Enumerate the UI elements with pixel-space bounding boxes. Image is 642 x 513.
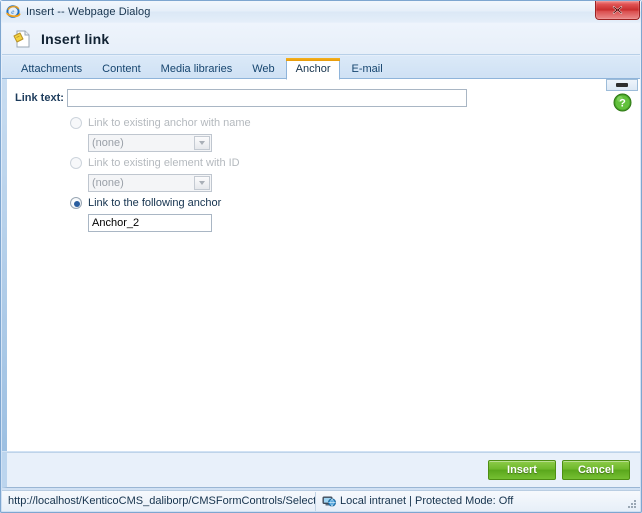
radio-following-anchor[interactable] (70, 197, 82, 209)
status-zone-area: Local intranet | Protected Mode: Off (316, 492, 640, 511)
svg-text:?: ? (619, 98, 626, 110)
dropdown-value: (none) (92, 137, 124, 149)
resize-grip-icon[interactable] (626, 498, 638, 510)
radio-existing-anchor (70, 117, 82, 129)
link-text-row: Link text: (15, 89, 640, 107)
tab-media-libraries[interactable]: Media libraries (152, 59, 242, 79)
tab-email[interactable]: E-mail (342, 59, 391, 79)
dropdown-existing-anchor: (none) (88, 134, 212, 152)
scroll-handle-icon (616, 83, 628, 87)
tab-strip: Attachments Content Media libraries Web … (2, 56, 640, 80)
ie-logo-icon: e (6, 4, 21, 19)
chevron-down-icon (194, 136, 210, 150)
option-following-anchor[interactable]: Link to the following anchor (70, 194, 640, 212)
link-text-input[interactable] (67, 89, 467, 107)
status-bar: http://localhost/KenticoCMS_daliborp/CMS… (2, 490, 640, 511)
page-title: Insert link (41, 30, 110, 47)
option-label: Link to the following anchor (88, 197, 222, 209)
close-button[interactable] (595, 1, 640, 20)
option-label: Link to existing anchor with name (88, 117, 251, 129)
status-zone-label: Local intranet | Protected Mode: Off (340, 495, 514, 507)
tab-label: Anchor (295, 62, 331, 75)
svg-text:e: e (11, 8, 14, 16)
insert-button-label: Insert (507, 464, 537, 476)
dropdown-existing-element-id: (none) (88, 174, 212, 192)
status-url: http://localhost/KenticoCMS_daliborp/CMS… (2, 491, 316, 511)
tab-label: Web (252, 63, 275, 75)
anchor-name-input[interactable] (88, 214, 212, 232)
anchor-options: Link to existing anchor with name (none) (70, 114, 640, 232)
radio-existing-element-id (70, 157, 82, 169)
tab-label: Attachments (21, 63, 83, 75)
insert-link-document-icon (12, 29, 32, 49)
anchor-name-row (70, 214, 640, 232)
tab-label: Media libraries (160, 63, 233, 75)
dialog-footer: Insert Cancel (2, 452, 640, 488)
link-text-label: Link text: (15, 92, 64, 104)
option-existing-element-id[interactable]: Link to existing element with ID (70, 154, 640, 172)
help-question-icon[interactable]: ? (613, 93, 632, 112)
dropdown-existing-anchor-row: (none) (70, 134, 640, 152)
title-bar: e Insert -- Webpage Dialog (1, 1, 641, 22)
webpage-dialog-window: e Insert -- Webpage Dialog Insert link A… (0, 0, 642, 513)
dropdown-value: (none) (92, 177, 124, 189)
cancel-button-label: Cancel (577, 464, 615, 476)
chevron-down-icon (194, 176, 210, 190)
close-icon (612, 5, 623, 15)
horizontal-scrollbar-thumb[interactable] (606, 79, 638, 91)
window-title: Insert -- Webpage Dialog (26, 5, 151, 18)
local-intranet-icon (322, 494, 336, 508)
tab-label: Content (102, 63, 141, 75)
tab-attachments[interactable]: Attachments (12, 59, 91, 79)
tab-content[interactable]: Content (93, 59, 150, 79)
dropdown-existing-element-row: (none) (70, 174, 640, 192)
tab-strip-container: Attachments Content Media libraries Web … (2, 56, 640, 80)
option-existing-anchor[interactable]: Link to existing anchor with name (70, 114, 640, 132)
tab-label: E-mail (351, 63, 383, 75)
dialog-content-panel: ? Link text: Link to existing anchor wit… (2, 79, 640, 451)
tab-web[interactable]: Web (243, 59, 283, 79)
dialog-header: Insert link (2, 23, 640, 55)
option-label: Link to existing element with ID (88, 157, 240, 169)
anchor-form: Link text: Link to existing anchor with … (7, 79, 640, 232)
insert-button[interactable]: Insert (488, 460, 556, 480)
tab-anchor[interactable]: Anchor (285, 58, 341, 80)
cancel-button[interactable]: Cancel (562, 460, 630, 480)
